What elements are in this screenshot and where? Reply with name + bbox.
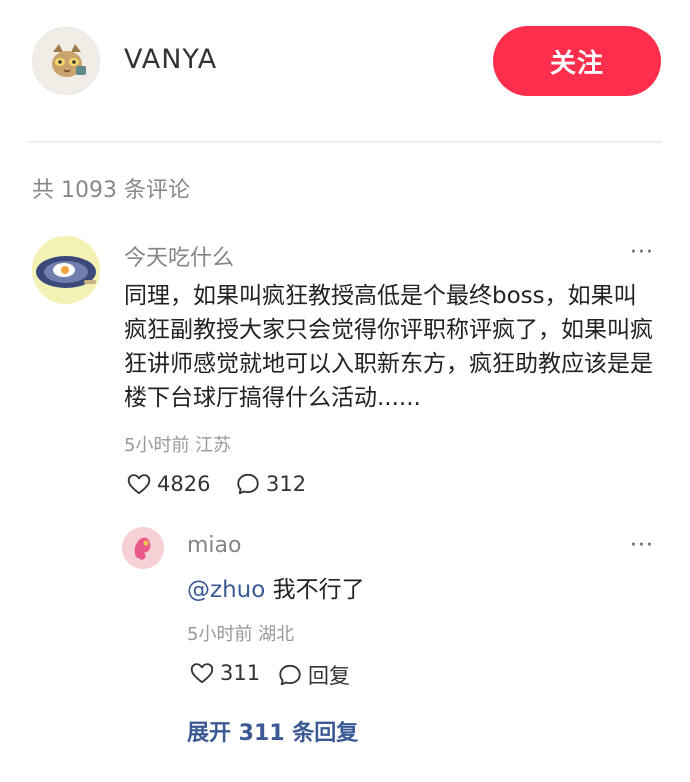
reply-username[interactable]: miao <box>187 533 241 558</box>
reply-meta: 5小时前 湖北 <box>187 624 295 645</box>
reply-avatar[interactable] <box>122 527 164 569</box>
reply-like-count: 311 <box>220 661 261 685</box>
reply-reply-button[interactable]: 回复 <box>277 660 350 690</box>
author-avatar[interactable] <box>32 27 100 95</box>
like-button[interactable]: 4826 <box>126 471 210 497</box>
comment-meta: 5小时前 江苏 <box>124 435 232 456</box>
reply-more-options-icon[interactable]: ··· <box>630 533 654 558</box>
mention-link[interactable]: @zhuo <box>187 577 265 603</box>
comment-bubble-icon <box>279 664 301 686</box>
more-options-icon[interactable]: ··· <box>630 240 654 265</box>
header-divider <box>28 141 662 143</box>
reply-label: 回复 <box>308 664 350 688</box>
reply-body: 我不行了 <box>265 577 365 603</box>
like-count: 4826 <box>157 472 211 496</box>
reply-like-button[interactable]: 311 <box>189 660 260 686</box>
commenter-avatar[interactable] <box>32 236 100 304</box>
comment-text: 同理，如果叫疯狂教授高低是个最终boss，如果叫疯狂副教授大家只会觉得你评职称评… <box>124 283 653 411</box>
reply-count: 312 <box>266 472 307 496</box>
follow-button[interactable]: 关注 <box>493 26 661 96</box>
comment-bubble-icon <box>237 473 259 495</box>
author-name[interactable]: VANYA <box>124 44 217 75</box>
reply-button[interactable]: 312 <box>235 471 306 497</box>
reply-text: @zhuo 我不行了 <box>187 570 365 604</box>
heart-icon <box>127 474 151 495</box>
expand-replies-link[interactable]: 展开 311 条回复 <box>187 715 358 747</box>
post-header: VANYA 关注 <box>0 0 690 130</box>
heart-icon <box>190 663 214 684</box>
commenter-username[interactable]: 今天吃什么 <box>124 240 234 272</box>
comment-count: 共 1093 条评论 <box>32 178 190 203</box>
